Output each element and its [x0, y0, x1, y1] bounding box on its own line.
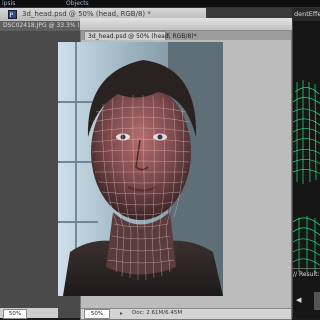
head-photo-with-wireframe[interactable]	[58, 42, 223, 296]
app-menu-strip	[0, 0, 320, 8]
green-wireframe-mesh	[293, 80, 320, 272]
scroll-left-icon[interactable]: ◀	[296, 296, 301, 305]
front-window-titlebar[interactable]	[80, 18, 292, 31]
scrollbar[interactable]	[314, 292, 320, 310]
script-result-line: // Result: /	[293, 271, 320, 278]
menu-item-left[interactable]: ipsis	[2, 0, 32, 7]
photoshop-doc-icon: P	[8, 10, 17, 19]
close-icon[interactable]: ×	[165, 31, 171, 40]
left-document-tab[interactable]: DSC02418.JPG @ 33.3% (RGB/8)	[0, 21, 81, 31]
maya-panel-title[interactable]: dentEffects	[294, 9, 320, 20]
document-size-info: Doc: 2.61M/6.45M	[132, 310, 183, 316]
svg-text:P: P	[10, 12, 14, 19]
menu-item-objects[interactable]: Objects	[66, 0, 96, 7]
divider	[292, 268, 320, 269]
front-status-bar	[81, 308, 291, 319]
status-menu-arrow-icon[interactable]: ▸	[120, 309, 123, 318]
left-document-tab-label: DSC02418.JPG @ 33.3% (RGB/8)	[3, 22, 79, 29]
